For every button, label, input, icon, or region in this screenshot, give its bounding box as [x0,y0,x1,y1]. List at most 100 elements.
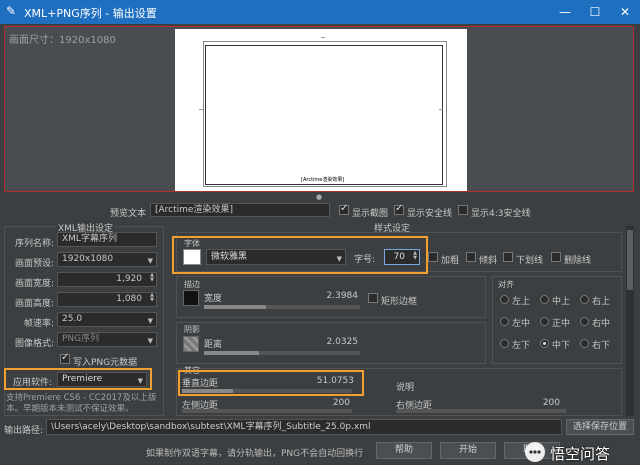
show-safe-line-label: 显示安全线 [407,209,453,219]
align-radio-label: 中上 [552,297,571,307]
align-radio[interactable] [540,317,549,326]
font-size-value: 70 [393,252,405,262]
align-radio[interactable] [540,295,549,304]
font-size-label: 字号: [354,255,376,265]
stroke-group-label: 描边 [184,280,200,289]
description-label: 说明 [396,383,415,393]
align-radio[interactable] [500,295,509,304]
seq-name-label: 序列名称: [14,239,54,249]
format-value: PNG序列 [62,334,100,344]
start-button[interactable]: 开始 [440,442,496,459]
height-label: 画面高度: [14,299,54,309]
font-size-stepper[interactable]: 70 ▲ ▼ [384,249,420,265]
write-png-meta-label: 写入PNG元数据 [73,358,138,368]
align-radio[interactable] [580,295,589,304]
format-label: 图像格式: [14,339,54,349]
shadow-slider[interactable] [204,351,360,355]
fps-value: 25.0 [62,314,83,324]
pen-icon: ✎ [6,4,17,18]
strikeout-checkbox[interactable] [551,252,561,262]
canvas-preview: 画面尺寸：1920x1080 [Arctime渲染效果] [4,26,634,192]
scroll-thumb[interactable] [627,230,633,290]
stroke-slider-fill [204,305,267,309]
rect-border-checkbox[interactable] [368,293,378,303]
minimize-button[interactable]: — [550,0,580,24]
italic-checkbox[interactable] [466,252,476,262]
close-button[interactable]: ✕ [610,0,640,24]
window-title: XML+PNG序列 - 输出设置 [24,7,157,20]
chevron-down-icon: ▼ [137,377,143,385]
preview-text-input[interactable]: [Arctime渲染效果] [150,203,330,217]
maximize-button[interactable]: ☐ [580,0,610,24]
right-margin-slider[interactable] [396,409,566,413]
font-group-label: 字体 [184,239,200,248]
fps-dropdown[interactable]: 25.0 ▼ [57,312,157,327]
show-43-safe-line-label: 显示4:3安全线 [471,209,531,219]
shadow-color-swatch[interactable] [183,336,199,352]
align-radio[interactable] [540,339,549,348]
shadow-dist-value: 2.0325 [326,337,359,347]
choose-location-button[interactable]: 选择保存位置 [566,419,634,435]
align-radio-label: 正中 [552,319,571,329]
format-dropdown[interactable]: PNG序列 ▼ [57,332,157,347]
help-button[interactable]: 帮助 [376,442,432,459]
rect-border-label: 矩形边框 [381,297,418,307]
align-radio-label: 左中 [512,319,531,329]
align-radio-label: 左上 [512,297,531,307]
stroke-width-label: 宽度 [204,294,223,304]
height-value: 1,080 [116,294,142,304]
seq-name-input[interactable]: XML字幕序列 [57,232,157,247]
preset-dropdown[interactable]: 1920x1080 ▼ [57,252,157,267]
font-color-swatch[interactable] [183,249,201,265]
right-margin-value: 200 [542,398,560,408]
align-radio[interactable] [580,339,589,348]
strikeout-label: 删除线 [564,256,592,266]
underline-checkbox[interactable] [503,252,513,262]
spin-arrows-icon[interactable]: ▲ ▼ [413,251,417,261]
write-png-meta-checkbox[interactable] [60,352,70,364]
spin-arrows-icon[interactable]: ▲ ▼ [150,293,154,303]
show-safe-line-checkbox[interactable] [394,203,404,215]
subtitle-sample: [Arctime渲染效果] [301,177,345,183]
paper-preview: [Arctime渲染效果] [175,29,467,191]
left-margin-slider[interactable] [182,409,352,413]
font-dropdown[interactable]: 微软雅黑 ▼ [206,249,346,265]
v-margin-value: 51.0753 [316,376,354,386]
fps-label: 帧速率: [23,319,54,329]
v-margin-slider-fill [182,389,233,393]
output-path-label: 输出路径: [4,426,44,436]
align-radio[interactable] [580,317,589,326]
chevron-down-icon: ▼ [336,255,342,263]
style-scrollbar[interactable] [626,226,634,416]
bold-checkbox[interactable] [428,252,438,262]
bold-label: 加粗 [441,256,460,266]
center-tick [321,37,325,38]
show-screenshot-label: 显示截图 [352,209,389,219]
shadow-slider-fill [204,351,259,355]
align-radio[interactable] [500,317,509,326]
align-radio[interactable] [500,339,509,348]
shadow-group-label: 阴影 [184,325,200,334]
splitter[interactable]: ● [0,193,640,201]
italic-label: 倾斜 [479,256,498,266]
show-43-safe-line-checkbox[interactable] [458,205,468,215]
app-dropdown[interactable]: Premiere ▼ [57,372,147,387]
stroke-width-value: 2.3984 [326,291,359,301]
show-screenshot-checkbox[interactable] [339,203,349,215]
title-safe-frame [205,45,443,185]
width-stepper[interactable]: 1,920 ▲ ▼ [57,272,157,287]
v-margin-label: 垂直边距 [182,379,219,389]
stroke-color-swatch[interactable] [183,290,199,306]
spin-arrows-icon[interactable]: ▲ ▼ [150,273,154,283]
output-path-input[interactable]: \Users\acely\Desktop\sandbox\subtest\XML… [46,419,562,435]
app-value: Premiere [62,374,103,384]
height-stepper[interactable]: 1,080 ▲ ▼ [57,292,157,307]
left-margin-value: 200 [332,398,350,408]
v-margin-slider[interactable] [182,389,352,393]
chevron-down-icon: ▼ [147,317,153,325]
stroke-slider[interactable] [204,305,360,309]
preset-label: 画面预设: [14,259,54,269]
preset-value: 1920x1080 [62,254,114,264]
watermark-text: 悟空问答 [550,445,611,463]
watermark: 悟空问答 [522,439,640,465]
